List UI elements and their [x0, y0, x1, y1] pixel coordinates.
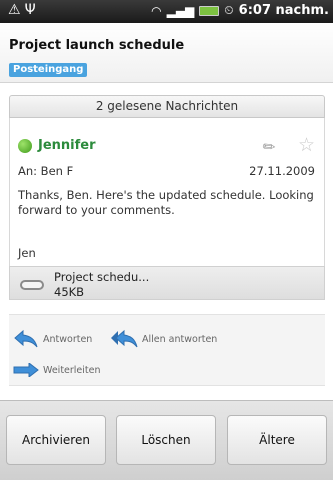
forward-label: Weiterleiten [43, 364, 101, 376]
message-signature: Jen [18, 246, 36, 260]
message-date: 27.11.2009 [249, 164, 315, 178]
reply-all-button[interactable]: Allen antworten [110, 329, 217, 349]
star-icon[interactable]: ☆ [298, 134, 315, 156]
attachment-item[interactable]: Project schedu... 45KB [9, 266, 325, 300]
forward-button[interactable]: Weiterleiten [13, 363, 101, 377]
notification-icons: ⚠Ψ [8, 2, 40, 18]
delete-button[interactable]: Löschen [116, 415, 216, 465]
reply-icon [14, 329, 38, 348]
bottom-action-bar: Archivieren Löschen Ältere [0, 400, 333, 480]
attachment-icon [20, 280, 44, 290]
reply-all-icon [111, 329, 138, 348]
clock: 6:07 nachm. [238, 3, 329, 18]
battery-icon [199, 5, 220, 16]
older-button[interactable]: Ältere [227, 415, 327, 465]
sender-name[interactable]: Jennifer [38, 138, 96, 153]
message-body: Thanks, Ben. Here's the updated schedule… [18, 188, 314, 217]
forward-arrow-icon [13, 363, 39, 377]
attachment-size: 45KB [54, 285, 85, 299]
label-tag[interactable]: Posteingang [9, 63, 88, 77]
warning-icon: ⚠ [8, 2, 25, 18]
attachment-name: Project schedu... [54, 270, 150, 284]
presence-icon [18, 138, 32, 153]
recipient-line: An: Ben F [18, 164, 74, 178]
reply-label: Antworten [43, 333, 93, 345]
signal-icon: ▂▄▆ [166, 3, 195, 18]
usb-icon: Ψ [24, 2, 40, 18]
reply-button[interactable]: Antworten [13, 329, 92, 349]
read-messages-bar[interactable]: 2 gelesene Nachrichten [9, 95, 325, 118]
archive-button[interactable]: Archivieren [6, 415, 106, 465]
sender-row[interactable]: Jennifer [18, 138, 96, 153]
alarm-icon: ⏲ [224, 3, 234, 17]
wifi-icon: ◠ [151, 3, 162, 18]
message-actions: Antworten Allen antworten Weiterleiten [9, 314, 325, 386]
paperclip-icon: ✎ [259, 136, 281, 158]
email-header: Project launch schedule Posteingang [0, 23, 333, 83]
email-subject: Project launch schedule [9, 38, 185, 53]
status-bar: ⚠Ψ ◠ ▂▄▆ ⏲ 6:07 nachm. [0, 0, 333, 23]
reply-all-label: Allen antworten [142, 333, 218, 345]
status-icons: ◠ ▂▄▆ ⏲ 6:07 nachm. [151, 3, 329, 18]
